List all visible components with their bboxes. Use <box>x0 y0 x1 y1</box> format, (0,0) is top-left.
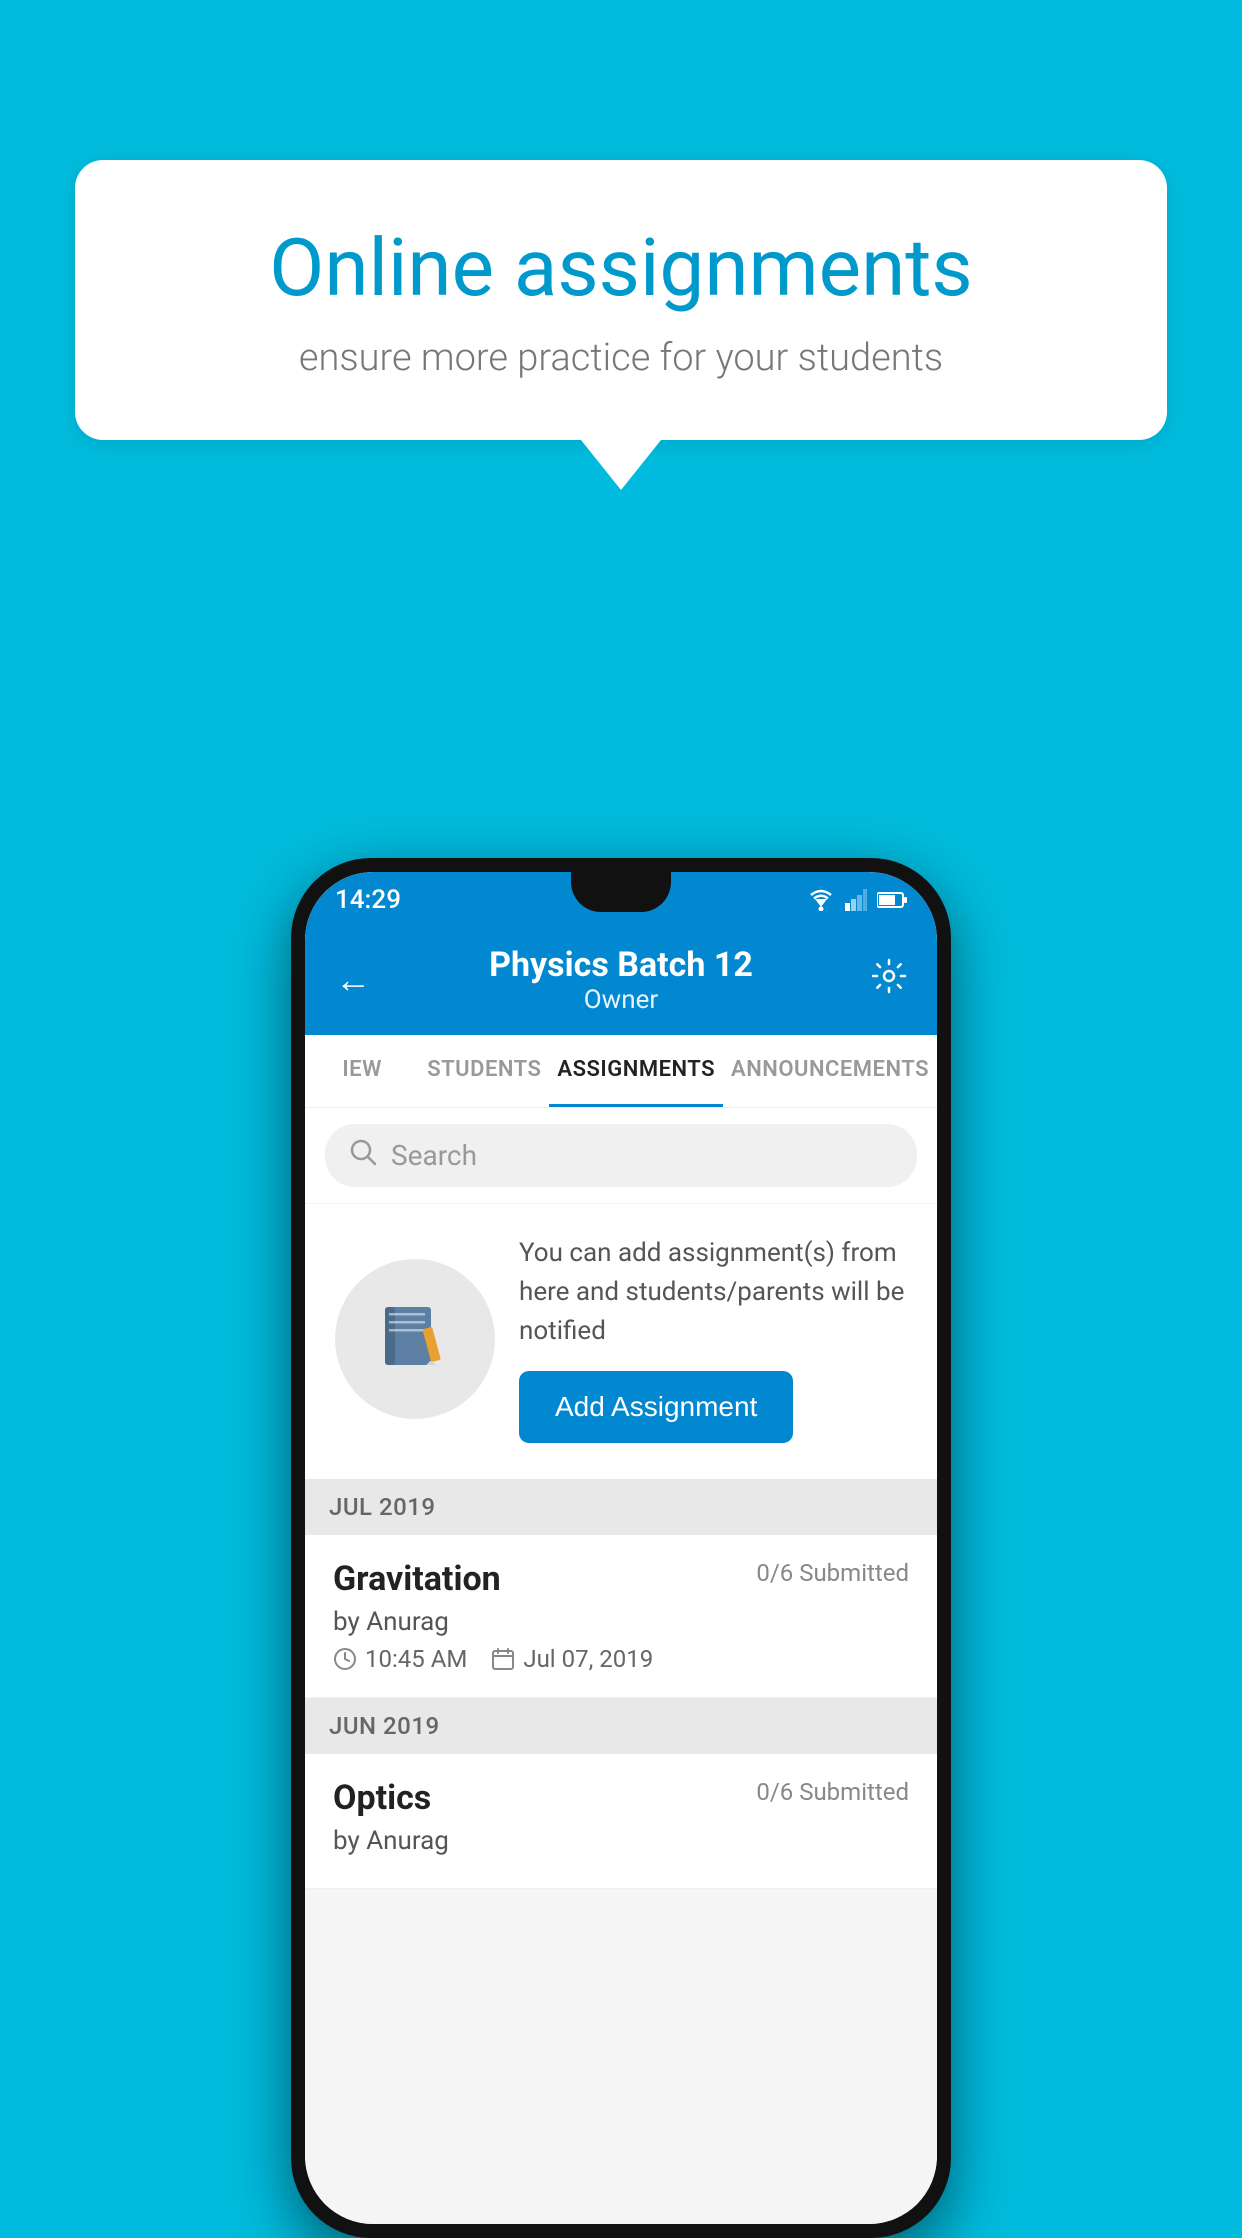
settings-button[interactable] <box>871 958 907 1003</box>
content-area: Search <box>305 1108 937 2224</box>
assignment-by-optics: by Anurag <box>333 1826 909 1856</box>
header-title-block: Physics Batch 12 Owner <box>489 945 753 1015</box>
assignment-item-top: Gravitation 0/6 Submitted <box>333 1559 909 1599</box>
bubble-subtitle: ensure more practice for your students <box>145 336 1097 380</box>
add-assignment-section: You can add assignment(s) from here and … <box>305 1204 937 1479</box>
wifi-icon <box>807 889 835 911</box>
clock-icon <box>333 1647 357 1671</box>
month-separator-jun: JUN 2019 <box>305 1698 937 1754</box>
speech-bubble: Online assignments ensure more practice … <box>75 160 1167 440</box>
status-icons <box>807 889 907 911</box>
assignment-icon-circle <box>335 1259 495 1419</box>
battery-icon <box>877 891 907 909</box>
header-title: Physics Batch 12 <box>489 945 753 985</box>
search-input[interactable]: Search <box>391 1139 477 1172</box>
phone-frame: 14:29 <box>291 858 951 2238</box>
back-button[interactable]: ← <box>335 959 371 1001</box>
search-bar-container: Search <box>305 1108 937 1203</box>
phone-screen: 14:29 <box>305 872 937 2224</box>
assignment-item-gravitation[interactable]: Gravitation 0/6 Submitted by Anurag 10:4… <box>305 1535 937 1698</box>
speech-bubble-container: Online assignments ensure more practice … <box>75 160 1167 490</box>
tab-assignments[interactable]: ASSIGNMENTS <box>549 1035 723 1107</box>
assignment-submitted-gravitation: 0/6 Submitted <box>756 1559 909 1587</box>
month-separator-jul: JUL 2019 <box>305 1479 937 1535</box>
bubble-title: Online assignments <box>145 220 1097 316</box>
tab-iew[interactable]: IEW <box>305 1035 419 1107</box>
notebook-icon <box>375 1299 455 1379</box>
assignment-item-top-optics: Optics 0/6 Submitted <box>333 1778 909 1818</box>
tab-students[interactable]: STUDENTS <box>419 1035 549 1107</box>
header-subtitle: Owner <box>489 985 753 1015</box>
assignment-date-gravitation: Jul 07, 2019 <box>491 1645 653 1673</box>
status-bar: 14:29 <box>305 872 937 927</box>
assignment-by-gravitation: by Anurag <box>333 1607 909 1637</box>
date-text-gravitation: Jul 07, 2019 <box>523 1645 653 1673</box>
assignment-name-optics: Optics <box>333 1778 431 1818</box>
speech-bubble-arrow <box>581 440 661 490</box>
add-assignment-button[interactable]: Add Assignment <box>519 1371 793 1443</box>
tabs-bar: IEW STUDENTS ASSIGNMENTS ANNOUNCEMENTS <box>305 1035 937 1108</box>
assignment-item-optics[interactable]: Optics 0/6 Submitted by Anurag <box>305 1754 937 1889</box>
search-icon <box>349 1138 377 1173</box>
time-text-gravitation: 10:45 AM <box>365 1645 467 1673</box>
tab-announcements[interactable]: ANNOUNCEMENTS <box>723 1035 937 1107</box>
notch <box>571 872 671 912</box>
signal-icon <box>845 889 867 911</box>
calendar-icon <box>491 1647 515 1671</box>
search-bar[interactable]: Search <box>325 1124 917 1187</box>
assignment-submitted-optics: 0/6 Submitted <box>756 1778 909 1806</box>
assignment-info: You can add assignment(s) from here and … <box>519 1234 907 1443</box>
app-header: ← Physics Batch 12 Owner <box>305 927 937 1035</box>
assignment-meta-gravitation: 10:45 AM Jul 07, 2019 <box>333 1645 909 1673</box>
assignment-name-gravitation: Gravitation <box>333 1559 501 1599</box>
assignment-time-gravitation: 10:45 AM <box>333 1645 467 1673</box>
assignment-info-text: You can add assignment(s) from here and … <box>519 1234 907 1351</box>
status-time: 14:29 <box>335 885 401 915</box>
